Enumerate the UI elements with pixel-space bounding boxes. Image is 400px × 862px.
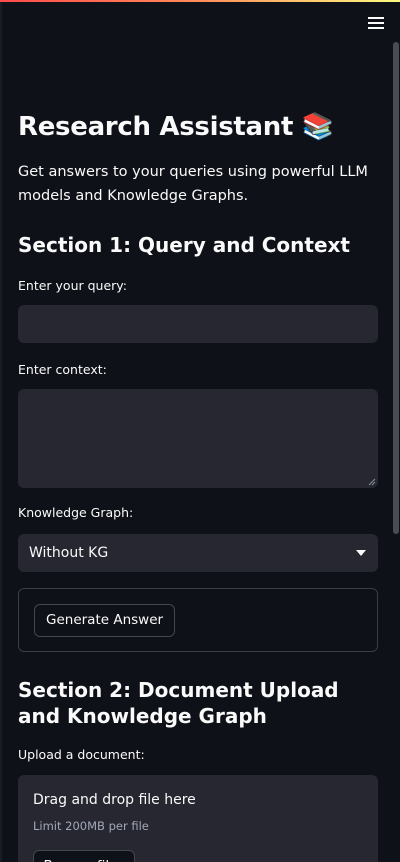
context-textarea[interactable] bbox=[18, 389, 378, 488]
top-decoration-bar bbox=[0, 0, 400, 2]
generate-answer-button[interactable]: Generate Answer bbox=[34, 604, 176, 637]
browse-files-button[interactable]: Browse files bbox=[33, 850, 135, 862]
vertical-scrollbar[interactable] bbox=[393, 42, 399, 534]
upload-label: Upload a document: bbox=[18, 747, 145, 762]
app-window: Research Assistant 📚 Get answers to your… bbox=[0, 0, 400, 862]
resize-grip-icon[interactable] bbox=[368, 478, 376, 486]
page-title: Research Assistant 📚 bbox=[18, 112, 334, 142]
dropzone-limit: Limit 200MB per file bbox=[33, 819, 149, 833]
chevron-down-icon bbox=[355, 549, 367, 557]
left-edge-divider bbox=[0, 2, 2, 862]
knowledge-graph-selected-value: Without KG bbox=[29, 545, 109, 561]
query-label: Enter your query: bbox=[18, 278, 127, 293]
knowledge-graph-select[interactable]: Without KG bbox=[18, 534, 378, 572]
dropzone-title: Drag and drop file here bbox=[33, 792, 196, 808]
section-2-heading: Section 2: Document Upload and Knowledge… bbox=[18, 678, 339, 728]
query-input[interactable] bbox=[18, 305, 378, 343]
section-1-heading: Section 1: Query and Context bbox=[18, 233, 350, 257]
hamburger-menu-icon[interactable] bbox=[366, 14, 386, 32]
page-subtitle: Get answers to your queries using powerf… bbox=[18, 164, 368, 204]
knowledge-graph-label: Knowledge Graph: bbox=[18, 505, 134, 520]
generate-form: Generate Answer bbox=[18, 588, 378, 652]
file-dropzone[interactable]: Drag and drop file here Limit 200MB per … bbox=[18, 775, 378, 862]
context-label: Enter context: bbox=[18, 362, 107, 377]
